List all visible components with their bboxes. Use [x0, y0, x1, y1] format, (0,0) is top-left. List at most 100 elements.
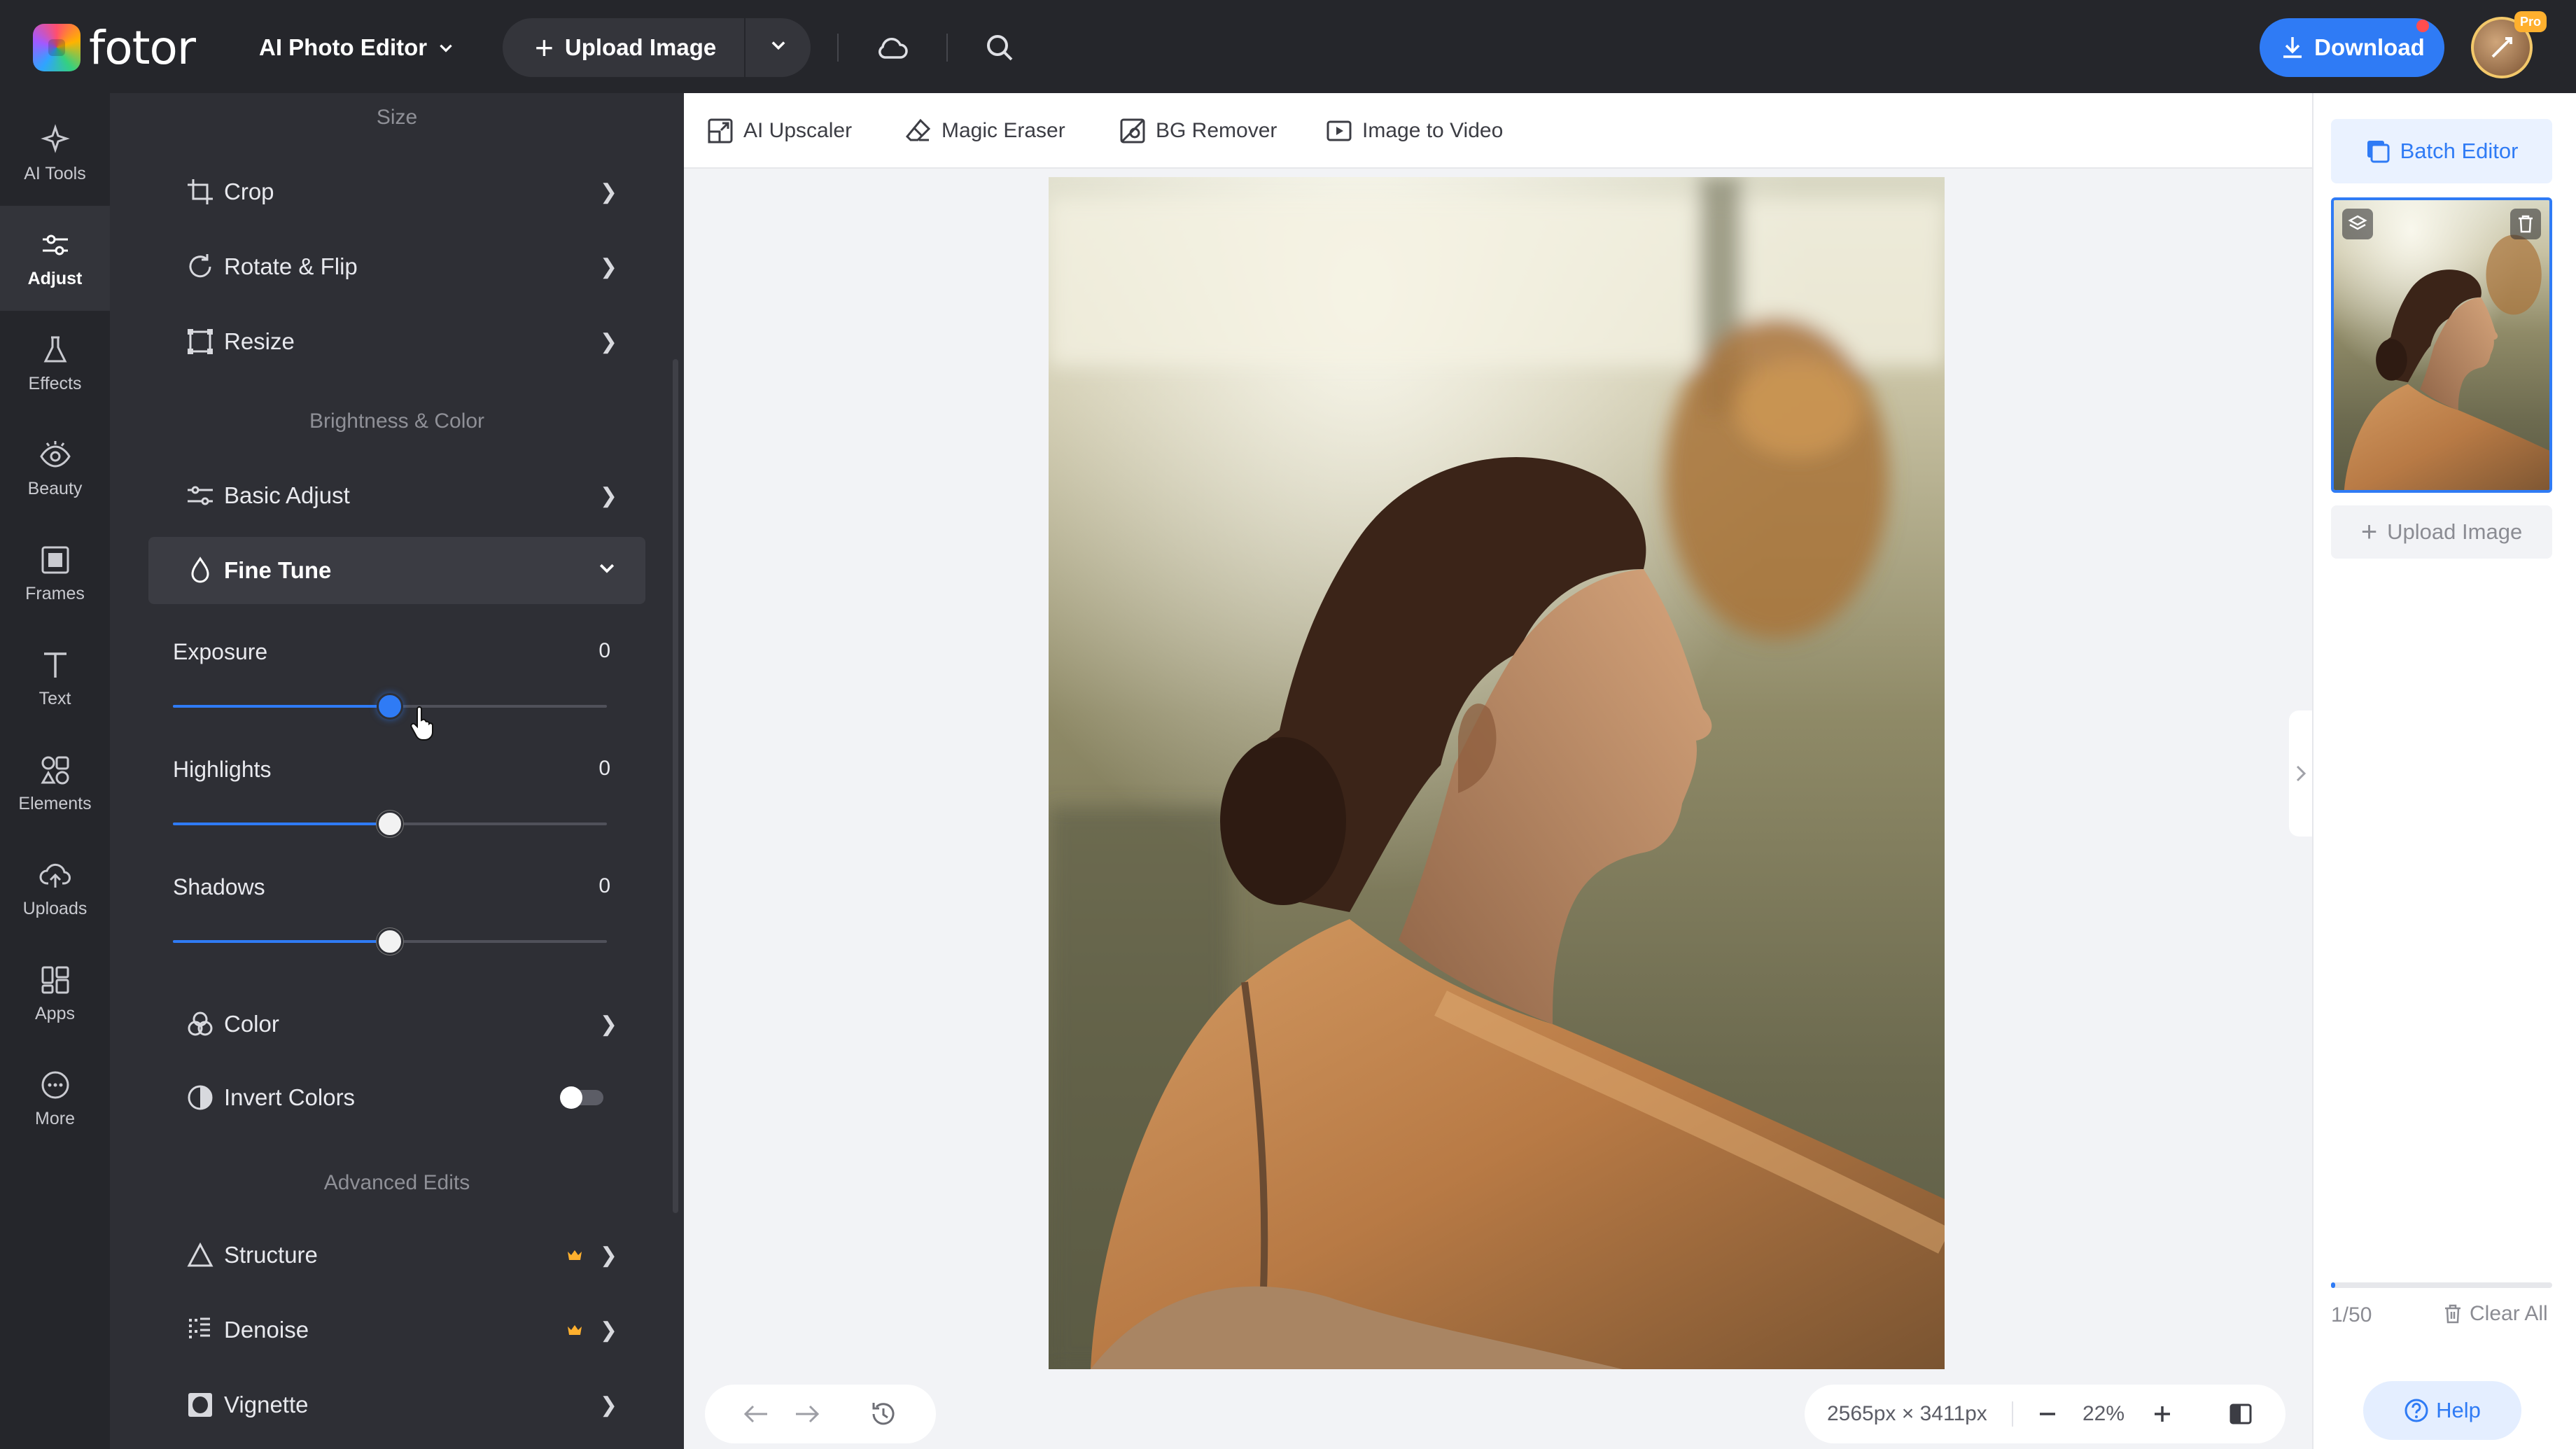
color-row[interactable]: Color ❯ [148, 990, 645, 1058]
sparkle-icon [40, 123, 70, 153]
rail-label: More [35, 1108, 75, 1128]
exposure-value: 0 [598, 639, 610, 662]
arrow-left-icon [743, 1405, 767, 1423]
magic-eraser-button[interactable]: Magic Eraser [905, 93, 1065, 169]
fotor-logo[interactable]: fotor [33, 20, 196, 75]
exposure-label: Exposure [173, 639, 268, 664]
crop-row[interactable]: Crop ❯ [148, 158, 645, 225]
ai-photo-editor-menu[interactable]: AI Photo Editor [259, 31, 455, 64]
structure-row[interactable]: Structure ❯ [148, 1222, 645, 1289]
video-icon [1326, 120, 1352, 141]
plus-icon: + [535, 29, 554, 66]
history-button[interactable] [869, 1399, 898, 1429]
resize-label: Resize [224, 328, 295, 354]
expand-right-panel-handle[interactable] [2289, 710, 2312, 836]
ai-upscaler-button[interactable]: AI Upscaler [707, 93, 852, 169]
clear-all-button[interactable]: Clear All [2443, 1302, 2548, 1326]
crop-icon [185, 176, 216, 207]
triangle-icon [185, 1240, 216, 1270]
trash-icon[interactable] [2510, 209, 2541, 239]
batch-editor-label: Batch Editor [2400, 139, 2519, 163]
tool-rail: AI Tools Adjust Effects Beauty Frames Te… [0, 93, 110, 1449]
denoise-row[interactable]: Denoise ❯ [148, 1296, 645, 1364]
rail-item-ai-tools[interactable]: AI Tools [0, 101, 110, 206]
photo-canvas[interactable] [1049, 177, 1945, 1369]
shadows-slider-thumb[interactable] [377, 928, 403, 955]
top-bar: fotor AI Photo Editor + Upload Image Dow… [0, 0, 2576, 93]
highlights-slider[interactable] [173, 811, 607, 837]
fine-tune-label: Fine Tune [224, 557, 332, 583]
batch-editor-button[interactable]: Batch Editor [2331, 119, 2552, 183]
frame-icon [41, 546, 69, 573]
magic-eraser-label: Magic Eraser [941, 119, 1065, 142]
rail-item-adjust[interactable]: Adjust [0, 206, 110, 311]
section-title-size: Size [376, 106, 418, 129]
clear-all-label: Clear All [2470, 1302, 2548, 1325]
premium-crown-icon [568, 1325, 582, 1335]
redo-button[interactable] [792, 1399, 822, 1429]
rail-item-frames[interactable]: Frames [0, 521, 110, 626]
denoise-label: Denoise [224, 1317, 309, 1343]
color-label: Color [224, 1011, 279, 1037]
rail-label: Adjust [27, 268, 83, 288]
chevron-down-icon [596, 557, 617, 584]
color-circles-icon [185, 1009, 216, 1040]
download-icon [2283, 37, 2302, 58]
upload-options-dropdown[interactable] [746, 35, 811, 60]
rail-item-text[interactable]: Text [0, 626, 110, 731]
rail-item-beauty[interactable]: Beauty [0, 416, 110, 521]
fine-tune-row[interactable]: Fine Tune [148, 537, 645, 604]
compare-button[interactable] [2226, 1399, 2255, 1429]
chevron-right-icon: ❯ [599, 180, 617, 204]
zoom-in-button[interactable] [2148, 1399, 2177, 1429]
search-icon [987, 35, 1013, 61]
highlights-slider-thumb[interactable] [377, 811, 403, 837]
exposure-slider-thumb[interactable] [377, 693, 403, 720]
resize-icon [185, 326, 216, 357]
zoom-out-button[interactable] [2033, 1399, 2062, 1429]
image-thumbnail[interactable] [2331, 197, 2552, 493]
adjust-panel: Size Crop ❯ Rotate & Flip ❯ Resize ❯ Bri… [110, 93, 684, 1449]
upload-image-button[interactable]: + Upload Image [503, 18, 744, 77]
exposure-slider[interactable] [173, 693, 607, 720]
rail-item-apps[interactable]: Apps [0, 941, 110, 1046]
user-avatar-icon [2491, 37, 2512, 58]
layers-icon [2367, 141, 2390, 163]
rotate-flip-label: Rotate & Flip [224, 253, 358, 279]
chevron-right-icon: ❯ [599, 484, 617, 507]
rotate-flip-row[interactable]: Rotate & Flip ❯ [148, 233, 645, 300]
rail-item-effects[interactable]: Effects [0, 311, 110, 416]
invert-colors-row: Invert Colors [148, 1064, 645, 1131]
rail-item-elements[interactable]: Elements [0, 731, 110, 836]
premium-crown-icon [568, 1250, 582, 1260]
invert-colors-label: Invert Colors [224, 1084, 356, 1110]
fotor-logo-text: fotor [89, 20, 196, 75]
rail-item-uploads[interactable]: Uploads [0, 836, 110, 941]
zoom-level[interactable]: 22% [2082, 1402, 2124, 1426]
rail-item-more[interactable]: More [0, 1046, 110, 1151]
trash-icon [2445, 1304, 2460, 1324]
bg-remover-button[interactable]: BG Remover [1119, 93, 1277, 169]
image-to-video-button[interactable]: Image to Video [1326, 93, 1503, 169]
flask-icon [43, 336, 66, 362]
exposure-slider-fill [173, 705, 390, 708]
rail-label: AI Tools [24, 163, 86, 183]
shadows-slider[interactable] [173, 928, 607, 955]
search-button[interactable] [981, 29, 1018, 66]
cloud-save-button[interactable] [874, 29, 910, 66]
basic-adjust-row[interactable]: Basic Adjust ❯ [148, 462, 645, 529]
thumbnail-photo [2334, 200, 2549, 490]
highlights-label: Highlights [173, 757, 272, 782]
download-button[interactable]: Download [2260, 18, 2444, 77]
resize-row[interactable]: Resize ❯ [148, 308, 645, 375]
notification-dot [2416, 20, 2429, 32]
layers-badge-icon[interactable] [2342, 209, 2373, 239]
undo-button[interactable] [741, 1399, 771, 1429]
vignette-row[interactable]: Vignette ❯ [148, 1371, 645, 1438]
help-button[interactable]: Help [2363, 1381, 2521, 1440]
invert-colors-toggle[interactable] [560, 1086, 603, 1109]
chevron-right-icon: ❯ [599, 1012, 617, 1036]
panel-scrollbar[interactable] [673, 359, 678, 1213]
upload-image-secondary-button[interactable]: + Upload Image [2331, 505, 2552, 559]
shadows-slider-fill [173, 940, 390, 943]
